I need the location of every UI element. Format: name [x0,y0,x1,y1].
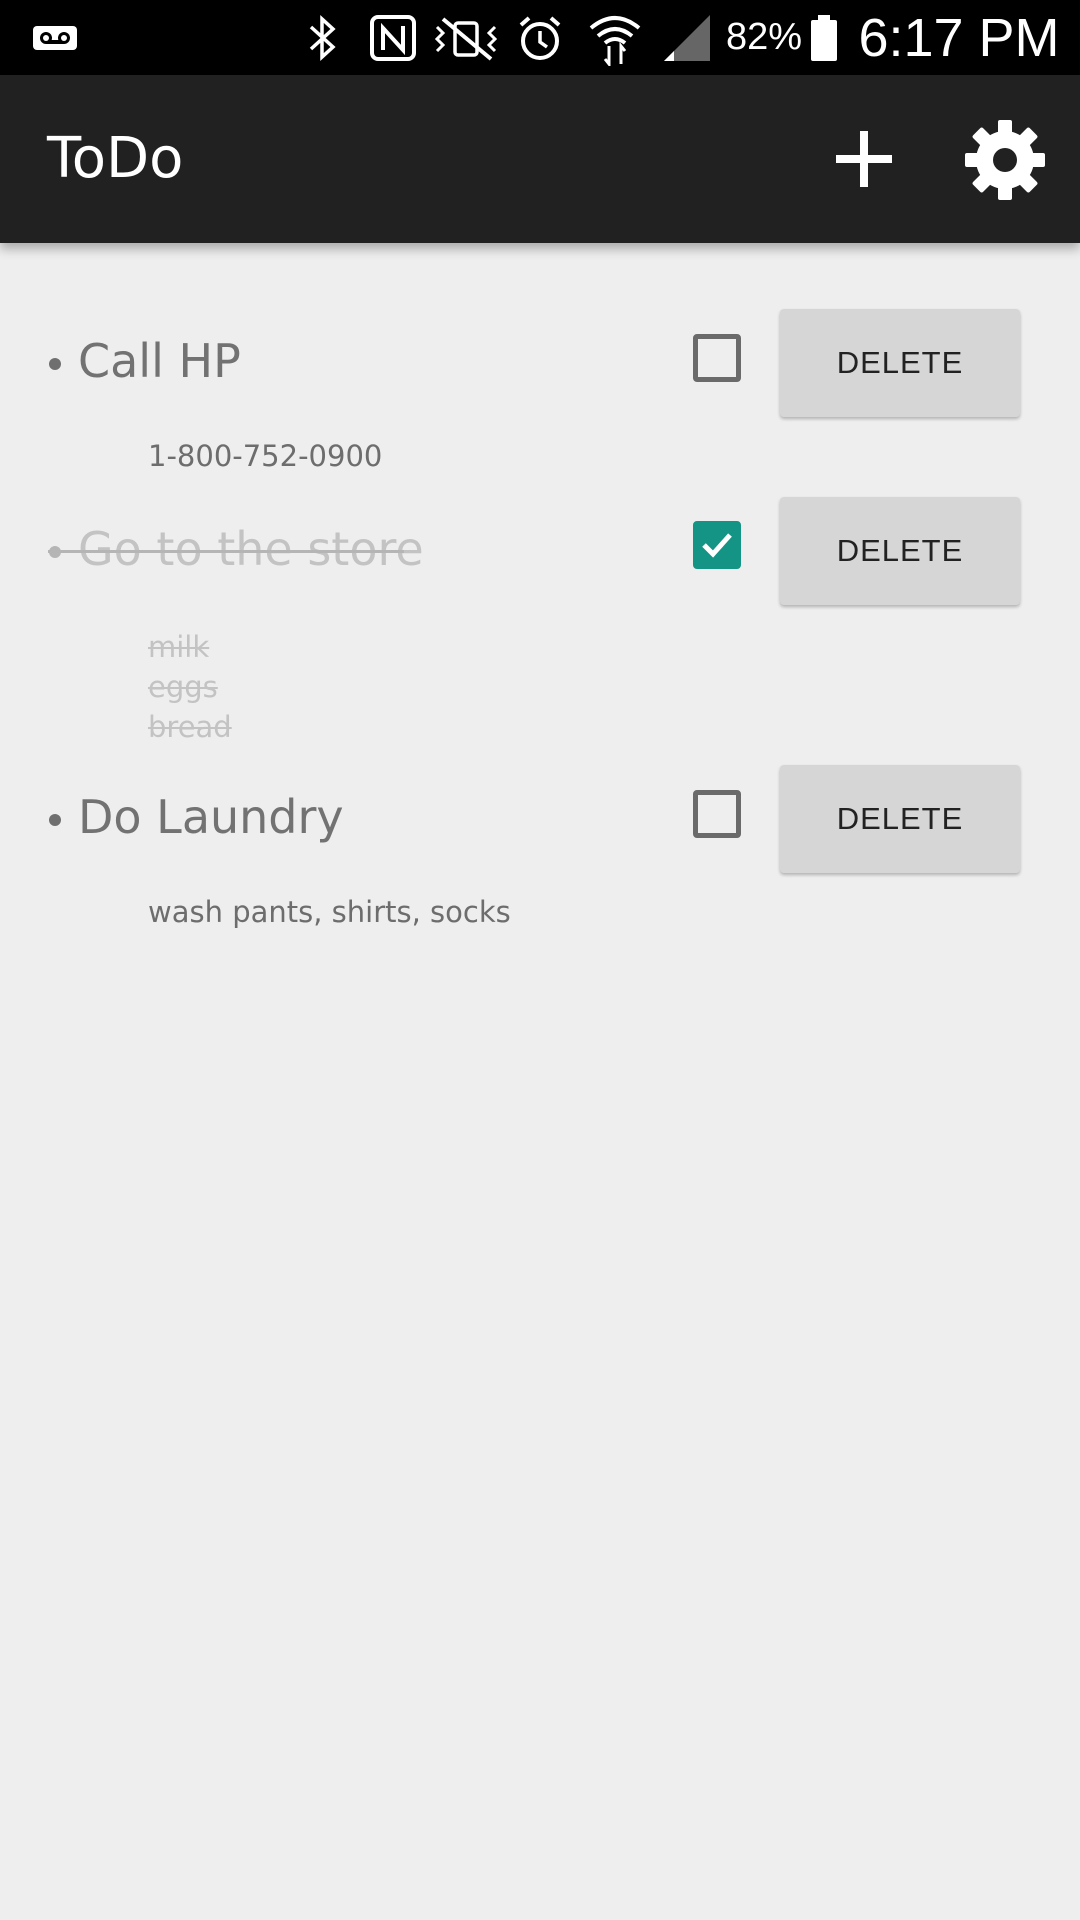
status-bar: 82% 6:17 PM [0,0,1080,75]
wifi-icon [582,0,648,75]
voicemail-icon [30,0,80,75]
todo-checkbox[interactable] [693,334,741,382]
todo-list: Call HP DELETE 1-800-752-0900 Go to the … [0,243,1080,1920]
gear-icon [965,120,1045,200]
battery-icon [806,0,842,75]
todo-notes: milk eggs bread [148,630,232,744]
bullet [49,358,61,370]
bluetooth-icon [300,0,344,75]
todo-title: Go to the store [78,522,424,576]
todo-notes: wash pants, shirts, socks [148,895,511,929]
plus-icon [836,131,892,187]
battery-percent: 82% [725,16,803,58]
add-todo-button[interactable] [820,119,908,199]
delete-button[interactable]: DELETE [780,765,1020,873]
alarm-icon [512,0,568,75]
bullet [49,814,61,826]
todo-notes: 1-800-752-0900 [148,439,383,473]
strikethrough-line [48,550,404,553]
vibrate-mute-icon [430,0,502,75]
todo-checkbox[interactable] [693,790,741,838]
signal-icon [658,0,714,75]
status-clock: 6:17 PM [858,7,1060,68]
checkmark-icon [702,533,732,558]
app-title: ToDo [47,126,184,191]
todo-checkbox[interactable] [693,521,741,569]
todo-title: Do Laundry [78,790,344,844]
delete-button[interactable]: DELETE [780,309,1020,417]
app-bar: ToDo [0,75,1080,243]
delete-button[interactable]: DELETE [780,497,1020,605]
nfc-icon [366,0,420,75]
todo-title: Call HP [78,334,241,388]
settings-button[interactable] [960,115,1050,205]
